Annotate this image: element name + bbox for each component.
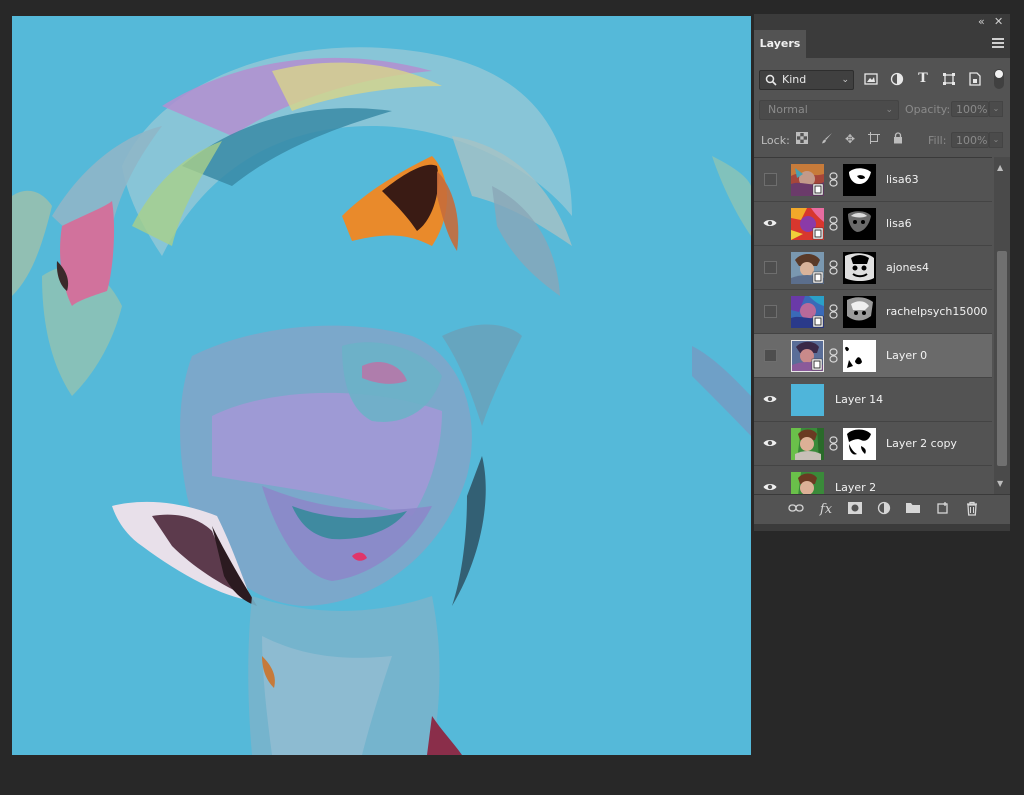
layer-row-layer-2[interactable]: Layer 2	[754, 466, 992, 495]
chevron-down-icon[interactable]: ⌄	[989, 101, 1003, 117]
adjustment-filter-icon[interactable]	[890, 72, 904, 86]
visibility-toggle[interactable]	[764, 173, 777, 186]
layer-row-lisa63[interactable]: lisa63	[754, 158, 992, 202]
layer-name[interactable]: ajones4	[886, 246, 929, 290]
chain-link-icon[interactable]	[829, 216, 838, 231]
layer-row-layer-2-copy[interactable]: Layer 2 copy	[754, 422, 992, 466]
lock-artboard-icon[interactable]	[867, 132, 881, 146]
lock-all-icon[interactable]	[891, 132, 905, 146]
layer-thumbnail[interactable]	[791, 384, 824, 416]
lock-position-icon[interactable]: ✥	[843, 132, 857, 146]
panel-title-bar: « ✕	[754, 14, 1010, 30]
new-layer-icon[interactable]	[934, 501, 952, 519]
layer-thumbnail[interactable]	[791, 296, 824, 328]
layer-list: lisa63 lisa6 ajones4 rachelpsych15000 La…	[754, 157, 992, 495]
pixel-filter-icon[interactable]	[864, 72, 878, 86]
close-icon[interactable]: ✕	[994, 15, 1003, 28]
chain-link-icon[interactable]	[829, 304, 838, 319]
layer-name[interactable]: Layer 14	[835, 378, 883, 422]
eye-icon[interactable]	[763, 438, 777, 448]
shape-filter-icon[interactable]	[942, 72, 956, 86]
chevron-down-icon: ⌄	[885, 105, 893, 115]
scrollbar-thumb[interactable]	[997, 251, 1007, 466]
layer-list-scrollbar[interactable]: ▲ ▼	[994, 157, 1010, 494]
layer-thumbnail[interactable]	[791, 252, 824, 284]
kind-label: Kind	[782, 73, 807, 86]
layer-name[interactable]: rachelpsych15000	[886, 290, 987, 334]
layer-mask-thumbnail[interactable]	[843, 428, 876, 460]
chevron-down-icon[interactable]: ⌄	[989, 132, 1003, 148]
double-chevron-icon[interactable]: «	[978, 15, 985, 28]
opacity-input[interactable]: 100%	[951, 101, 989, 117]
hamburger-menu-icon[interactable]	[992, 38, 1004, 48]
layer-row-layer-14[interactable]: Layer 14	[754, 378, 992, 422]
chevron-down-icon: ⌄	[841, 75, 849, 85]
scroll-up-icon[interactable]: ▲	[997, 163, 1003, 172]
layer-row-layer-0[interactable]: Layer 0	[754, 334, 992, 378]
blend-mode-label: Normal	[768, 103, 808, 116]
layer-row-rachelpsych15000[interactable]: rachelpsych15000	[754, 290, 992, 334]
tab-layers[interactable]: Layers	[754, 30, 806, 58]
smart-object-filter-icon[interactable]	[968, 72, 982, 86]
adjustment-layer-icon[interactable]	[875, 501, 893, 519]
layer-mask-thumbnail[interactable]	[843, 208, 876, 240]
visibility-toggle[interactable]	[764, 261, 777, 274]
new-group-icon[interactable]	[904, 501, 922, 519]
layer-mask-thumbnail[interactable]	[843, 340, 876, 372]
layer-row-ajones4[interactable]: ajones4	[754, 246, 992, 290]
layer-name[interactable]: lisa63	[886, 158, 919, 202]
layer-mask-thumbnail[interactable]	[843, 164, 876, 196]
link-layers-icon[interactable]	[787, 501, 805, 519]
eye-icon[interactable]	[763, 394, 777, 404]
lock-transparent-icon[interactable]	[795, 132, 809, 146]
lock-label: Lock:	[761, 134, 790, 147]
layer-thumbnail[interactable]	[791, 472, 824, 495]
eye-icon[interactable]	[763, 482, 777, 492]
fill-label: Fill:	[928, 134, 947, 147]
layer-name[interactable]: lisa6	[886, 202, 912, 246]
chain-link-icon[interactable]	[829, 260, 838, 275]
layer-name[interactable]: Layer 2 copy	[886, 422, 957, 466]
scroll-down-icon[interactable]: ▼	[997, 479, 1003, 488]
layer-thumbnail[interactable]	[791, 208, 824, 240]
visibility-toggle[interactable]	[764, 305, 777, 318]
layers-bottom-toolbar: fx	[754, 494, 1010, 525]
search-icon	[765, 74, 777, 86]
layer-mask-thumbnail[interactable]	[843, 296, 876, 328]
layer-mask-thumbnail[interactable]	[843, 252, 876, 284]
layer-name[interactable]: Layer 2	[835, 466, 876, 495]
chain-link-icon[interactable]	[829, 172, 838, 187]
visibility-toggle[interactable]	[764, 349, 777, 362]
artwork	[12, 16, 751, 755]
chain-link-icon[interactable]	[829, 436, 838, 451]
fx-icon[interactable]: fx	[817, 501, 835, 519]
panel-footer	[754, 524, 1010, 531]
document-canvas[interactable]	[12, 16, 751, 755]
fill-input[interactable]: 100%	[951, 132, 989, 148]
opacity-label: Opacity:	[905, 103, 951, 116]
layer-thumbnail[interactable]	[791, 428, 824, 460]
eye-icon[interactable]	[763, 218, 777, 228]
delete-icon[interactable]	[963, 501, 981, 519]
lock-paint-icon[interactable]	[820, 132, 834, 146]
layer-thumbnail[interactable]	[791, 164, 824, 196]
layer-row-lisa6[interactable]: lisa6	[754, 202, 992, 246]
add-mask-icon[interactable]	[846, 501, 864, 519]
blend-mode-select[interactable]: Normal ⌄	[759, 100, 899, 120]
type-filter-icon[interactable]: T	[916, 72, 930, 86]
kind-filter-select[interactable]: Kind ⌄	[759, 70, 854, 90]
layer-name[interactable]: Layer 0	[886, 334, 927, 378]
layers-panel: « ✕ Layers Kind ⌄ T Normal ⌄ Opacity: 10…	[754, 14, 1010, 531]
layer-thumbnail[interactable]	[791, 340, 824, 372]
chain-link-icon[interactable]	[829, 348, 838, 363]
filter-toggle[interactable]	[994, 69, 1004, 89]
